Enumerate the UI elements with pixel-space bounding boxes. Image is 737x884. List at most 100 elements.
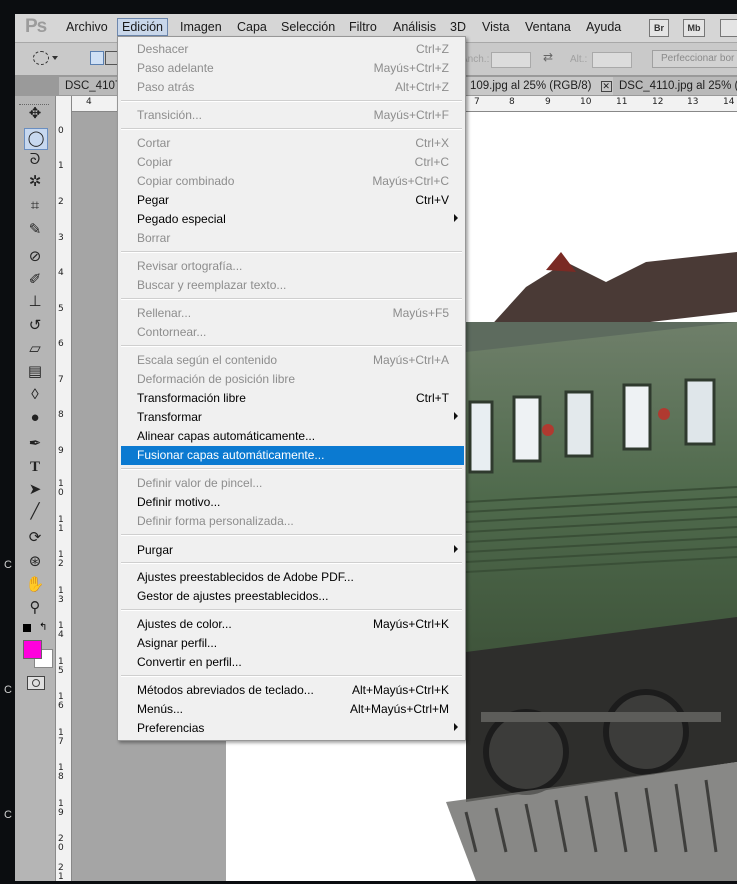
- history-brush-icon[interactable]: ↺: [24, 316, 46, 336]
- menu-item-transformar[interactable]: Transformar: [118, 408, 465, 427]
- brush-icon[interactable]: ✐: [24, 270, 46, 290]
- menu-item-purgar[interactable]: Purgar: [118, 541, 465, 560]
- width-field[interactable]: [491, 52, 531, 68]
- menu-separator: [121, 100, 462, 102]
- app-logo: Ps: [25, 16, 47, 37]
- menu-item-deshacer[interactable]: Deshacer Ctrl+Z: [118, 40, 465, 59]
- chevron-down-icon[interactable]: [52, 56, 58, 60]
- menu-item-pegar[interactable]: Pegar Ctrl+V: [118, 191, 465, 210]
- menu-item-metodos-abreviados[interactable]: Métodos abreviados de teclado... Alt+May…: [118, 681, 465, 700]
- lasso-tool-icon[interactable]: ᘐ: [24, 150, 46, 170]
- magic-wand-icon[interactable]: ✲: [24, 172, 46, 192]
- ruler-label: 14: [723, 97, 735, 107]
- move-tool-icon[interactable]: ✥: [24, 104, 46, 124]
- marquee-tool-icon[interactable]: ◯: [24, 128, 48, 150]
- menu-item-pegado-especial[interactable]: Pegado especial: [118, 210, 465, 229]
- 3d-rotate-icon[interactable]: ⟳: [24, 528, 46, 548]
- tab-dsc-4110[interactable]: DSC_4110.jpg al 25% (R: [613, 77, 737, 95]
- workspace-button[interactable]: [720, 19, 737, 37]
- hand-icon[interactable]: ✋: [24, 575, 46, 595]
- crop-tool-icon[interactable]: ⌗: [24, 196, 46, 216]
- menu-item-fusionar-capas[interactable]: Fusionar capas automáticamente...: [121, 446, 464, 465]
- menu-item-label: Métodos abreviados de teclado...: [137, 683, 314, 697]
- menu-item-copiar[interactable]: Copiar Ctrl+C: [118, 153, 465, 172]
- dodge-icon[interactable]: ●: [24, 408, 46, 428]
- menu-imagen[interactable]: Imagen: [180, 20, 222, 34]
- menu-item-revisar-ortografia[interactable]: Revisar ortografía...: [118, 257, 465, 276]
- menu-item-shortcut: Ctrl+T: [416, 391, 449, 405]
- line-icon[interactable]: ╱: [24, 502, 46, 522]
- menu-item-rellenar[interactable]: Rellenar... Mayús+F5: [118, 304, 465, 323]
- 3d-orbit-icon[interactable]: ⊛: [24, 552, 46, 572]
- menu-item-convertir-perfil[interactable]: Convertir en perfil...: [118, 653, 465, 672]
- menu-separator: [121, 468, 462, 470]
- menu-item-label: Paso atrás: [137, 80, 195, 94]
- menu-item-ajustes-color[interactable]: Ajustes de color... Mayús+Ctrl+K: [118, 615, 465, 634]
- ruler-label: 3: [58, 233, 64, 243]
- close-icon[interactable]: ✕: [600, 81, 612, 92]
- menu-vista[interactable]: Vista: [482, 20, 510, 34]
- menu-capa[interactable]: Capa: [237, 20, 267, 34]
- menu-item-preferencias[interactable]: Preferencias: [118, 719, 465, 738]
- menu-item-cortar[interactable]: Cortar Ctrl+X: [118, 134, 465, 153]
- new-selection-icon[interactable]: [90, 51, 104, 65]
- menu-item-label: Alinear capas automáticamente...: [137, 429, 316, 443]
- foreground-color-swatch[interactable]: [23, 640, 42, 659]
- menu-item-label: Buscar y reemplazar texto...: [137, 278, 287, 292]
- ruler-label: 13: [687, 97, 699, 107]
- height-field[interactable]: [592, 52, 632, 68]
- menu-item-ajustes-pdf[interactable]: Ajustes preestablecidos de Adobe PDF...: [118, 568, 465, 587]
- pen-icon[interactable]: ✒: [24, 434, 46, 454]
- healing-brush-icon[interactable]: ⊘: [24, 247, 46, 267]
- menu-item-asignar-perfil[interactable]: Asignar perfil...: [118, 634, 465, 653]
- swap-colors-icon[interactable]: ↰: [39, 622, 47, 633]
- refine-edge-button[interactable]: Perfeccionar bor: [652, 50, 737, 68]
- menu-edicion[interactable]: Edición: [117, 18, 168, 36]
- menu-item-definir-forma[interactable]: Definir forma personalizada...: [118, 512, 465, 531]
- clone-stamp-icon[interactable]: ⊥: [24, 292, 46, 312]
- menu-item-definir-motivo[interactable]: Definir motivo...: [118, 493, 465, 512]
- menu-item-copiar-combinado[interactable]: Copiar combinado Mayús+Ctrl+C: [118, 172, 465, 191]
- menu-ventana[interactable]: Ventana: [525, 20, 571, 34]
- menu-item-escala-contenido[interactable]: Escala según el contenido Mayús+Ctrl+A: [118, 351, 465, 370]
- menu-seleccion[interactable]: Selección: [281, 20, 335, 34]
- menu-item-label: Paso adelante: [137, 61, 214, 75]
- ellipse-marquee-icon[interactable]: [33, 51, 49, 65]
- ruler-label: 2 1: [58, 863, 64, 882]
- menu-ayuda[interactable]: Ayuda: [586, 20, 621, 34]
- menu-archivo[interactable]: Archivo: [66, 20, 108, 34]
- tab-dsc-4109[interactable]: 109.jpg al 25% (RGB/8) ✕: [464, 77, 619, 95]
- menu-item-definir-pincel[interactable]: Definir valor de pincel...: [118, 474, 465, 493]
- bridge-button[interactable]: Br: [649, 19, 669, 37]
- ruler-label: 5: [58, 304, 64, 314]
- swap-icon[interactable]: ⇄: [543, 50, 553, 64]
- type-icon[interactable]: T: [24, 457, 46, 477]
- menu-item-borrar[interactable]: Borrar: [118, 229, 465, 248]
- ruler-label: 1 1: [58, 515, 64, 534]
- menu-3d[interactable]: 3D: [450, 20, 466, 34]
- menu-item-gestor-ajustes[interactable]: Gestor de ajustes preestablecidos...: [118, 587, 465, 606]
- menu-item-buscar-reemplazar[interactable]: Buscar y reemplazar texto...: [118, 276, 465, 295]
- menu-filtro[interactable]: Filtro: [349, 20, 377, 34]
- minibridge-button[interactable]: Mb: [683, 19, 705, 37]
- menu-analisis[interactable]: Análisis: [393, 20, 436, 34]
- zoom-icon[interactable]: ⚲: [24, 598, 46, 618]
- menu-item-alinear-capas[interactable]: Alinear capas automáticamente...: [118, 427, 465, 446]
- blur-icon[interactable]: ◊: [24, 385, 46, 405]
- menu-item-transformacion-libre[interactable]: Transformación libre Ctrl+T: [118, 389, 465, 408]
- menu-item-paso-adelante[interactable]: Paso adelante Mayús+Ctrl+Z: [118, 59, 465, 78]
- menu-item-shortcut: Mayús+Ctrl+F: [373, 108, 449, 122]
- default-colors-icon[interactable]: [23, 624, 31, 632]
- ruler-label: 9: [545, 97, 551, 107]
- menu-item-contornear[interactable]: Contornear...: [118, 323, 465, 342]
- eraser-icon[interactable]: ▱: [24, 339, 46, 359]
- menu-item-deformacion-posicion[interactable]: Deformación de posición libre: [118, 370, 465, 389]
- menu-item-transicion[interactable]: Transición... Mayús+Ctrl+F: [118, 106, 465, 125]
- menu-item-menus[interactable]: Menús... Alt+Mayús+Ctrl+M: [118, 700, 465, 719]
- path-selection-icon[interactable]: ➤: [24, 480, 46, 500]
- eyedropper-icon[interactable]: ✎: [24, 220, 46, 240]
- menu-item-paso-atras[interactable]: Paso atrás Alt+Ctrl+Z: [118, 78, 465, 97]
- quick-mask-icon[interactable]: [27, 676, 45, 690]
- gradient-icon[interactable]: ▤: [24, 362, 46, 382]
- menu-item-label: Copiar: [137, 155, 173, 169]
